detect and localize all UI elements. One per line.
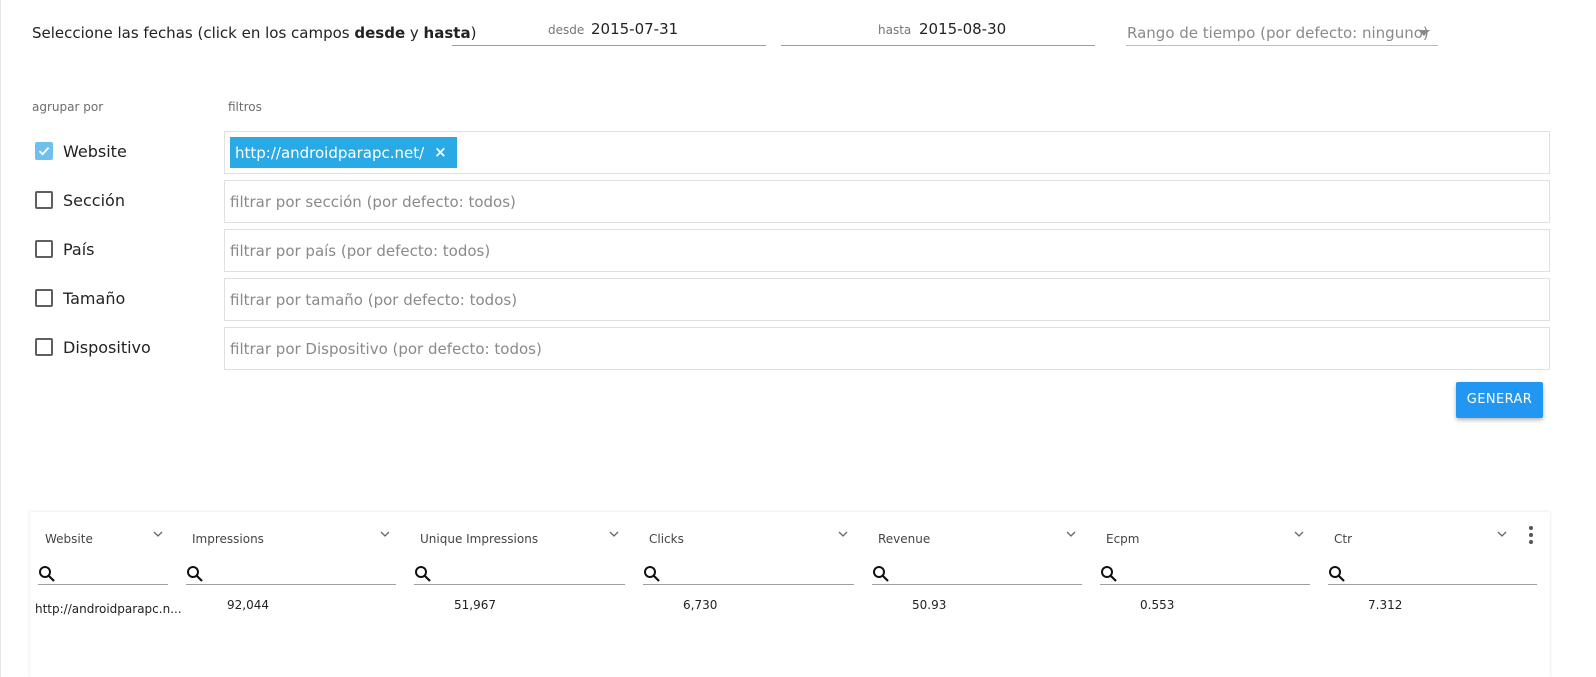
size-filter-placeholder: filtrar por tamaño (por defecto: todos) [230,291,518,309]
cell-impressions: 92,044 [227,598,269,612]
country-label: País [63,240,95,259]
col-header-clicks[interactable]: Clicks [649,532,684,546]
more-vert-icon[interactable] [1528,526,1534,546]
col-header-revenue[interactable]: Revenue [878,532,930,546]
chevron-down-icon[interactable] [837,528,849,540]
col-header-ecpm[interactable]: Ecpm [1106,532,1140,546]
device-filter-placeholder: filtrar por Dispositivo (por defecto: to… [230,340,542,358]
search-icon [873,566,889,582]
size-checkbox[interactable] [35,289,53,307]
section-label: Sección [63,191,125,210]
time-range-select[interactable]: Rango de tiempo (por defecto: ninguno) [1126,14,1438,46]
search-icon [644,566,660,582]
section-filter-input[interactable]: filtrar por sección (por defecto: todos) [224,180,1550,223]
cell-unique-impressions: 51,967 [454,598,496,612]
device-label: Dispositivo [63,338,151,357]
website-chip: http://androidparapc.net/ × [230,137,457,168]
search-icon [415,566,431,582]
cell-clicks: 6,730 [683,598,718,612]
device-filter-input[interactable]: filtrar por Dispositivo (por defecto: to… [224,327,1550,370]
section-checkbox[interactable] [35,191,53,209]
country-checkbox[interactable] [35,240,53,258]
chevron-down-icon[interactable] [152,528,164,540]
search-icon [39,566,55,582]
left-border [0,0,1,677]
device-checkbox[interactable] [35,338,53,356]
chevron-down-icon[interactable] [608,528,620,540]
filters-heading: filtros [228,100,262,114]
website-filter-input[interactable]: http://androidparapc.net/ × [224,131,1550,174]
col-filter-unique-impressions[interactable] [414,565,625,585]
size-filter-input[interactable]: filtrar por tamaño (por defecto: todos) [224,278,1550,321]
time-range-placeholder: Rango de tiempo (por defecto: ninguno) [1127,24,1429,42]
col-header-website[interactable]: Website [45,532,93,546]
chevron-down-icon[interactable] [379,528,391,540]
search-icon [1101,566,1117,582]
country-filter-placeholder: filtrar por país (por defecto: todos) [230,242,491,260]
col-filter-clicks[interactable] [643,565,854,585]
cell-revenue: 50.93 [912,598,947,612]
date-from-label: desde [548,23,585,37]
date-from-field[interactable]: desde 2015-07-31 [452,14,766,46]
prompt-from-word: desde [354,24,406,42]
cell-ecpm: 0.553 [1140,598,1175,612]
chevron-down-icon[interactable] [1065,528,1077,540]
date-to-label: hasta [878,23,912,37]
cell-website: http://androidparapc.n... [35,602,182,616]
website-label: Website [63,142,127,161]
website-chip-label: http://androidparapc.net/ [235,143,425,162]
search-icon [1329,566,1345,582]
results-grid: Website Impressions Unique Impressions C… [30,512,1550,677]
close-icon[interactable]: × [434,145,447,160]
cell-ctr: 7.312 [1368,598,1403,612]
col-filter-impressions[interactable] [186,565,396,585]
col-filter-ecpm[interactable] [1100,565,1310,585]
section-filter-placeholder: filtrar por sección (por defecto: todos) [230,193,516,211]
group-by-heading: agrupar por [32,100,104,114]
date-prompt: Seleccione las fechas (click en los camp… [32,24,477,42]
col-filter-website[interactable] [38,565,168,585]
col-header-impressions[interactable]: Impressions [192,532,264,546]
country-filter-input[interactable]: filtrar por país (por defecto: todos) [224,229,1550,272]
col-header-ctr[interactable]: Ctr [1334,532,1352,546]
date-to-field[interactable]: hasta 2015-08-30 [781,14,1095,46]
generate-button[interactable]: GENERAR [1456,382,1543,418]
col-filter-ctr[interactable] [1328,565,1537,585]
date-to-value: 2015-08-30 [919,20,1007,38]
chevron-down-icon[interactable] [1293,528,1305,540]
date-from-value: 2015-07-31 [591,20,679,38]
website-checkbox[interactable] [35,142,53,160]
search-icon [187,566,203,582]
checkmark-icon [38,146,50,156]
chevron-down-icon[interactable] [1496,528,1508,540]
col-filter-revenue[interactable] [872,565,1082,585]
size-label: Tamaño [63,289,126,308]
col-header-unique-impressions[interactable]: Unique Impressions [420,532,538,546]
caret-down-icon[interactable] [1418,30,1430,36]
